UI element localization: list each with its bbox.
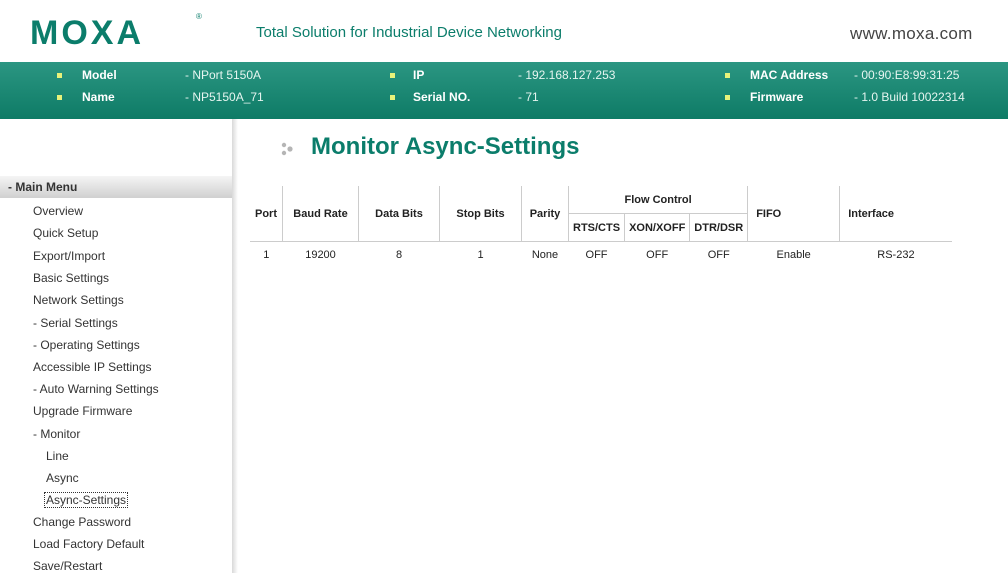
bullet-icon	[725, 95, 730, 100]
logo-text: MOXA	[30, 14, 144, 52]
menu-item-quick-setup[interactable]: Quick Setup	[33, 226, 98, 240]
bullet-icon	[390, 73, 395, 78]
mac-label: MAC Address	[750, 68, 829, 82]
cell-fifo: Enable	[776, 249, 811, 261]
model-label: Model	[82, 68, 117, 82]
firmware-label: Firmware	[750, 90, 804, 104]
bullet-icon	[725, 73, 730, 78]
cell-rts-cts: OFF	[585, 249, 608, 261]
cell-parity: None	[531, 249, 559, 261]
mac-value: - 00:90:E8:99:31:25	[854, 68, 960, 82]
menu-item-basic-settings[interactable]: Basic Settings	[33, 271, 109, 285]
menu-item-auto-warning-settings[interactable]: - Auto Warning Settings	[33, 382, 159, 396]
menu-item-async-settings[interactable]: Async-Settings	[44, 492, 129, 508]
name-value: - NP5150A_71	[185, 90, 264, 104]
col-port: Port	[250, 186, 283, 242]
menu-item-change-password[interactable]: Change Password	[33, 515, 131, 529]
ip-value: - 192.168.127.253	[518, 68, 616, 82]
website-link[interactable]: www.moxa.com	[850, 24, 973, 44]
menu-item-overview[interactable]: Overview	[33, 204, 83, 218]
bullet-icon	[390, 95, 395, 100]
cell-stop-bits: 1	[477, 249, 484, 261]
menu-item-line[interactable]: Line	[46, 449, 69, 463]
menu-item-monitor[interactable]: - Monitor	[33, 427, 80, 441]
col-interface: Interface	[839, 186, 953, 242]
title-dots-icon	[281, 142, 293, 156]
main-menu-header[interactable]: - Main Menu	[0, 176, 232, 198]
menu-item-upgrade-firmware[interactable]: Upgrade Firmware	[33, 404, 132, 418]
col-rts-cts: RTS/CTS	[567, 213, 625, 242]
model-value: - NPort 5150A	[185, 68, 262, 82]
col-stop-bits: Stop Bits	[439, 186, 522, 242]
menu-item-export-import[interactable]: Export/Import	[33, 249, 105, 263]
bullet-icon	[57, 73, 62, 78]
menu-item-serial-settings[interactable]: - Serial Settings	[33, 316, 118, 330]
col-dtr-dsr: DTR/DSR	[689, 213, 748, 242]
cell-baud-rate: 19200	[305, 249, 336, 261]
menu-item-async[interactable]: Async	[46, 471, 79, 485]
serial-value: - 71	[518, 90, 539, 104]
moxa-logo[interactable]: MOXA ®	[0, 0, 236, 62]
table-row: 1 19200 8 1 None OFF OFF OFF Enable RS-2…	[250, 242, 952, 269]
cell-interface: RS-232	[877, 249, 915, 261]
name-label: Name	[82, 90, 115, 104]
menu-item-save-restart[interactable]: Save/Restart	[33, 559, 102, 573]
menu-item-accessible-ip-settings[interactable]: Accessible IP Settings	[33, 360, 152, 374]
menu-item-load-factory-default[interactable]: Load Factory Default	[33, 537, 144, 551]
cell-dtr-dsr: OFF	[707, 249, 730, 261]
firmware-value: - 1.0 Build 10022314	[854, 90, 965, 104]
col-parity: Parity	[521, 186, 569, 242]
serial-label: Serial NO.	[413, 90, 471, 104]
bullet-icon	[57, 95, 62, 100]
col-fifo: FIFO	[747, 186, 840, 242]
cell-data-bits: 8	[395, 249, 403, 261]
async-settings-table: Port Baud Rate Data Bits Stop Bits Parit…	[250, 186, 953, 269]
col-flow-control: Flow Control	[567, 186, 748, 214]
col-baud-rate: Baud Rate	[282, 186, 359, 242]
col-xon-xoff: XON/XOFF	[624, 213, 690, 242]
device-info-bar: Model - NPort 5150A Name - NP5150A_71 IP…	[0, 62, 1008, 119]
registered-mark: ®	[196, 12, 202, 21]
sidebar: - Main Menu Overview Quick Setup Export/…	[0, 119, 238, 573]
ip-label: IP	[413, 68, 425, 82]
page-title: Monitor Async-Settings	[311, 133, 580, 160]
col-data-bits: Data Bits	[358, 186, 440, 242]
menu-item-network-settings[interactable]: Network Settings	[33, 293, 124, 307]
sidebar-divider	[232, 119, 238, 573]
header: MOXA ® Total Solution for Industrial Dev…	[0, 0, 1008, 62]
cell-port: 1	[263, 249, 270, 261]
menu-item-operating-settings[interactable]: - Operating Settings	[33, 338, 140, 352]
slogan: Total Solution for Industrial Device Net…	[256, 24, 562, 41]
cell-xon-xoff: OFF	[646, 249, 669, 261]
